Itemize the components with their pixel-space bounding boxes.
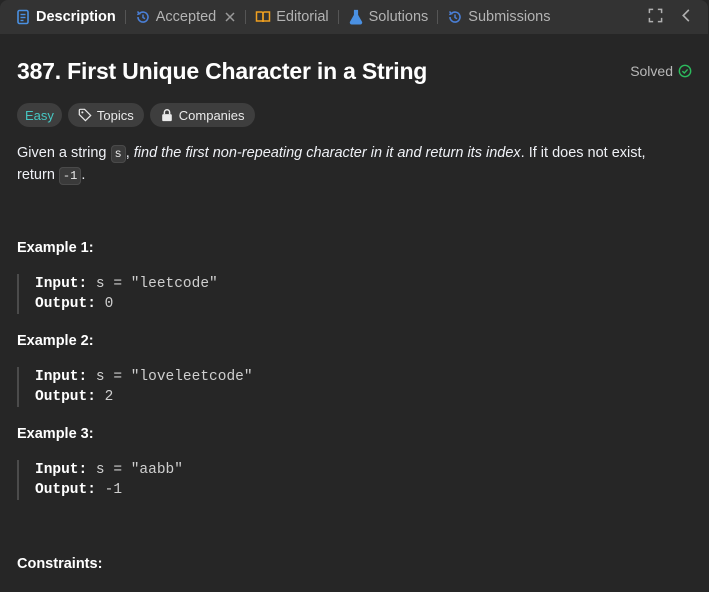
input-value: s = "loveleetcode"	[95, 369, 253, 385]
example-1-block: Input: s = "leetcode" Output: 0	[17, 274, 635, 314]
input-value: s = "leetcode"	[95, 276, 218, 292]
tab-divider	[337, 10, 339, 24]
document-icon	[15, 9, 31, 25]
example-input: Input: s = "loveleetcode"	[35, 367, 635, 387]
close-icon[interactable]	[224, 11, 236, 23]
desc-text: .	[81, 167, 86, 183]
output-value: 2	[104, 389, 114, 405]
output-label: Output:	[35, 296, 96, 312]
tab-editorial[interactable]: Editorial	[255, 0, 329, 34]
desc-text: ,	[125, 145, 134, 161]
topics-button[interactable]: Topics	[67, 103, 144, 127]
output-label: Output:	[35, 482, 96, 498]
lock-icon	[161, 109, 172, 122]
output-value: -1	[104, 482, 123, 498]
example-1-title: Example 1:	[17, 240, 94, 256]
example-output: Output: -1	[35, 480, 635, 500]
example-3-title: Example 3:	[17, 426, 94, 442]
input-label: Input:	[35, 462, 88, 478]
flask-icon	[348, 9, 364, 25]
collapse-chevron-left-icon[interactable]	[679, 8, 694, 27]
constraints-title: Constraints:	[17, 556, 103, 572]
tab-submissions-label: Submissions	[468, 9, 551, 25]
tab-description[interactable]: Description	[15, 0, 116, 34]
input-label: Input:	[35, 369, 88, 385]
problem-description: Given a string s, find the first non-rep…	[17, 143, 677, 187]
check-circle-icon	[678, 64, 692, 78]
example-2-block: Input: s = "loveleetcode" Output: 2	[17, 367, 635, 407]
tab-accepted-label: Accepted	[155, 9, 217, 25]
difficulty-label: Easy	[25, 107, 54, 123]
example-output: Output: 0	[35, 294, 635, 314]
desc-code-s: s	[110, 145, 126, 163]
desc-code-minus-one: -1	[58, 167, 82, 185]
example-input: Input: s = "leetcode"	[35, 274, 635, 294]
solved-status: Solved	[630, 63, 692, 79]
tag-badges: Easy Topics Companies	[17, 103, 255, 127]
tab-solutions-label: Solutions	[368, 9, 429, 25]
tab-submissions[interactable]: Submissions	[447, 0, 550, 34]
tab-divider	[124, 10, 126, 24]
example-3-block: Input: s = "aabb" Output: -1	[17, 460, 635, 500]
desc-emphasis: find the first non-repeating character i…	[133, 145, 521, 161]
solved-label: Solved	[630, 63, 673, 79]
tab-divider	[245, 10, 247, 24]
tab-bar: Description Accepted Editorial Solutions	[0, 0, 708, 34]
difficulty-badge: Easy	[17, 103, 62, 127]
book-icon	[255, 9, 271, 25]
topics-label: Topics	[96, 107, 134, 123]
desc-text: Given a string	[17, 145, 111, 161]
input-value: s = "aabb"	[95, 462, 183, 478]
title-row: 387. First Unique Character in a String …	[17, 58, 692, 88]
tab-divider	[437, 10, 439, 24]
companies-button[interactable]: Companies	[149, 103, 255, 127]
history-icon	[447, 9, 463, 25]
example-2-title: Example 2:	[17, 333, 94, 349]
history-icon	[135, 9, 151, 25]
tag-icon	[78, 108, 92, 122]
fullscreen-icon[interactable]	[648, 8, 663, 27]
page-title[interactable]: 387. First Unique Character in a String	[17, 58, 427, 85]
tab-solutions[interactable]: Solutions	[348, 0, 429, 34]
tab-accepted[interactable]: Accepted	[135, 0, 236, 34]
input-label: Input:	[35, 276, 88, 292]
companies-label: Companies	[178, 107, 245, 123]
output-label: Output:	[35, 389, 96, 405]
problem-panel: Description Accepted Editorial Solutions	[0, 0, 708, 592]
tab-description-label: Description	[36, 9, 116, 25]
tab-editorial-label: Editorial	[276, 9, 329, 25]
example-input: Input: s = "aabb"	[35, 460, 635, 480]
example-output: Output: 2	[35, 387, 635, 407]
tabbar-actions	[648, 0, 694, 34]
output-value: 0	[104, 296, 114, 312]
